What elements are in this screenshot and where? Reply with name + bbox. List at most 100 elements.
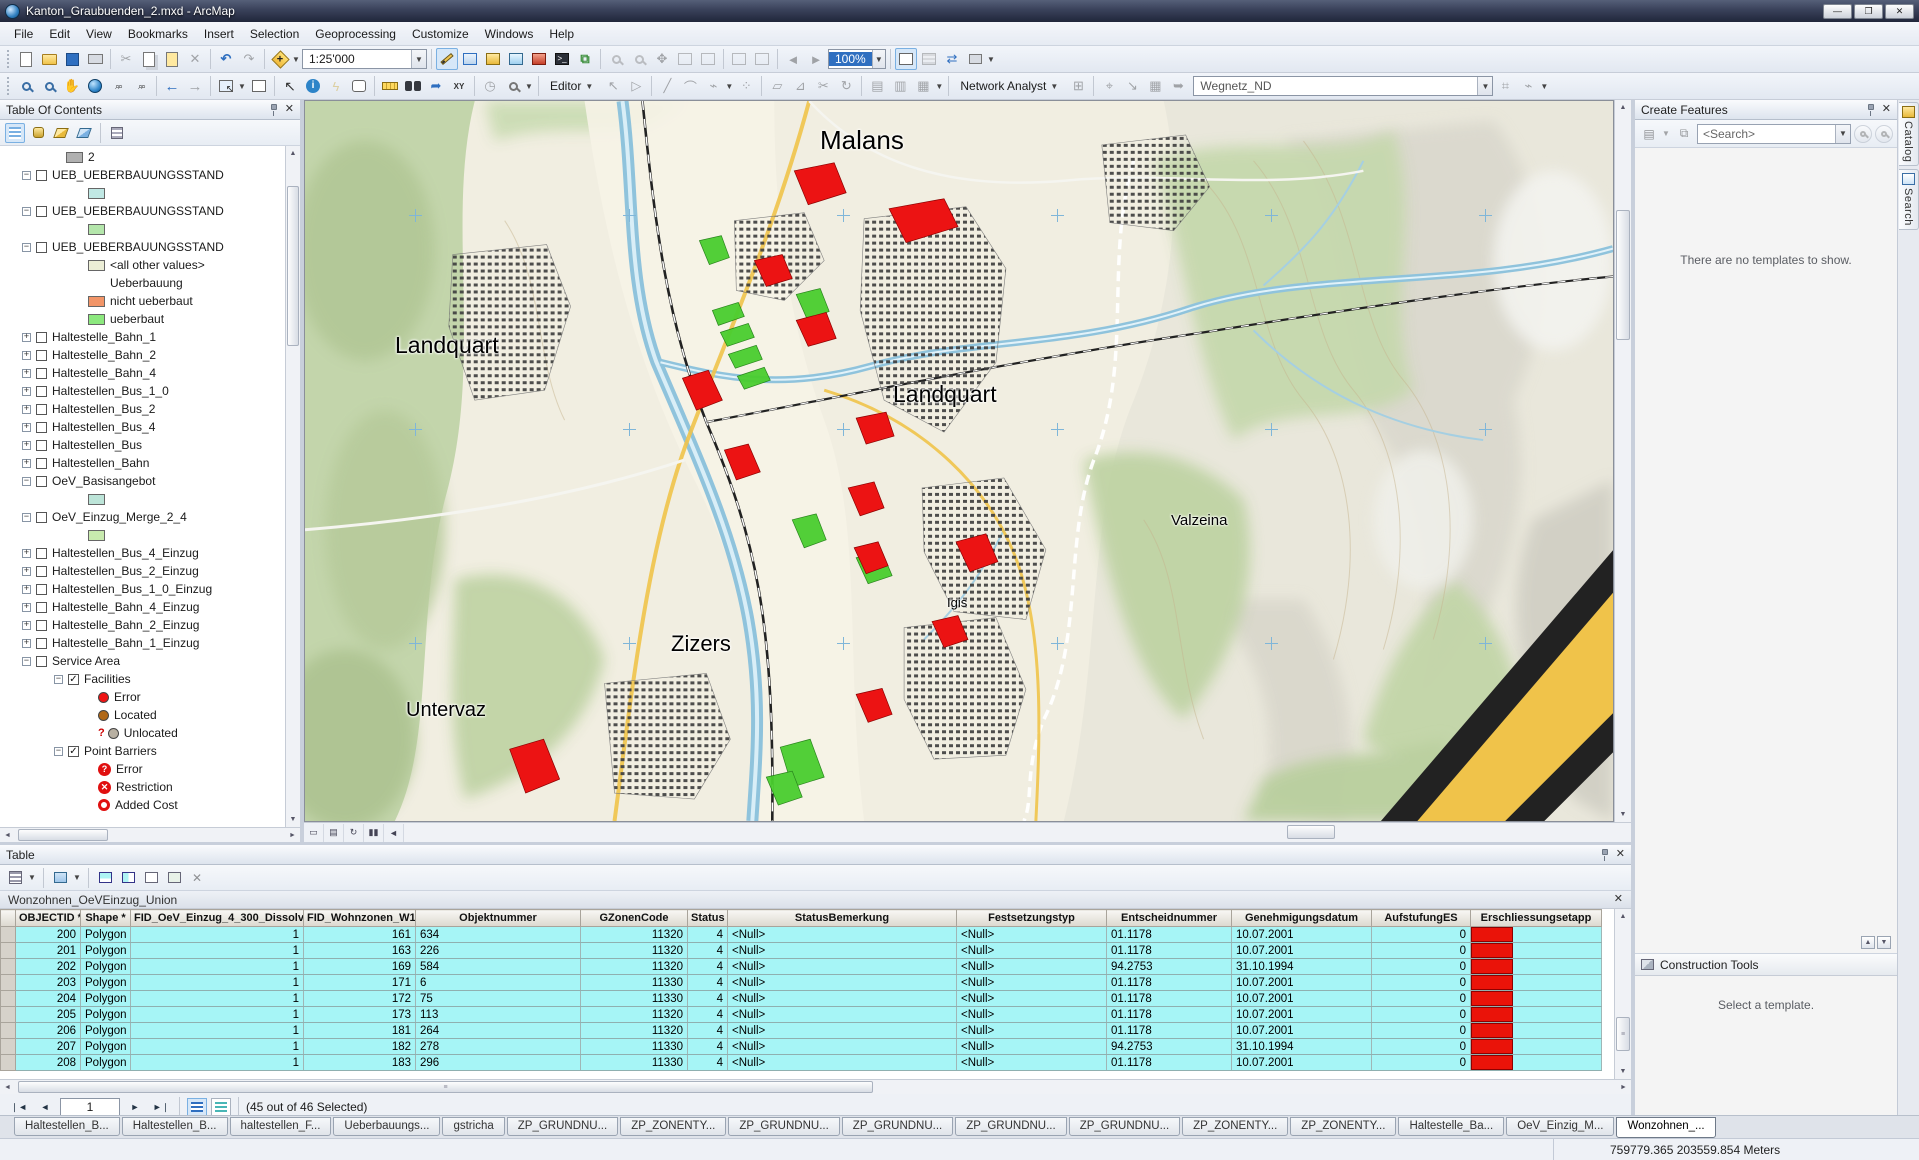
menu-geoprocessing[interactable]: Geoprocessing: [307, 24, 404, 44]
network-identify-icon[interactable]: ⌁: [1517, 75, 1539, 97]
paste-icon[interactable]: [161, 48, 183, 70]
print-icon[interactable]: [84, 48, 106, 70]
zoom-page-width-icon[interactable]: [697, 48, 719, 70]
dataframe-tab[interactable]: ZP_ZONENTY...: [1290, 1117, 1396, 1136]
sketch-properties-icon[interactable]: ▥: [889, 75, 911, 97]
fixed-zoom-out-icon[interactable]: ⌕⌕: [130, 75, 152, 97]
trace-icon[interactable]: ⌁: [702, 75, 724, 97]
zoom-out-page-icon[interactable]: [628, 48, 650, 70]
layer-checkbox[interactable]: [36, 620, 47, 631]
toc-layer-item[interactable]: +Haltestelle_Bahn_2: [0, 346, 285, 364]
dataframe-tab[interactable]: ZP_ZONENTY...: [1182, 1117, 1288, 1136]
full-extent-icon[interactable]: [84, 75, 106, 97]
toc-layer-item[interactable]: +Haltestelle_Bahn_4: [0, 364, 285, 382]
table-close-icon[interactable]: ✕: [1616, 849, 1625, 860]
toc-layer-item[interactable]: −✓Facilities: [0, 670, 285, 688]
template-search-combo[interactable]: <Search> ▼: [1697, 124, 1851, 144]
move-first-icon[interactable]: ❘◄: [8, 1098, 30, 1116]
zoom-percent-dropdown-icon[interactable]: ▼: [872, 50, 885, 68]
create-network-location-icon[interactable]: ⌖: [1098, 75, 1120, 97]
grid-horizontal-scrollbar[interactable]: ◄ ≡ ►: [0, 1079, 1631, 1094]
toc-scroll-left-icon[interactable]: ◄: [0, 828, 15, 842]
dataframe-tab[interactable]: Haltestellen_B...: [14, 1117, 120, 1136]
layer-checkbox[interactable]: [36, 170, 47, 181]
fixed-zoom-in-icon[interactable]: ⌕⌕: [107, 75, 129, 97]
dataframe-tab[interactable]: Haltestellen_B...: [122, 1117, 228, 1136]
template-search-dropdown-icon[interactable]: ▼: [1835, 125, 1850, 143]
record-number-input[interactable]: 1: [60, 1098, 120, 1116]
show-selected-records-icon[interactable]: [211, 1098, 231, 1116]
open-icon[interactable]: [38, 48, 60, 70]
column-header-shape-[interactable]: Shape *: [81, 910, 131, 927]
toc-layer-item[interactable]: −OeV_Basisangebot: [0, 472, 285, 490]
delete-icon[interactable]: ✕: [184, 48, 206, 70]
toc-layer-item[interactable]: +Haltestellen_Bus_2: [0, 400, 285, 418]
copy-icon[interactable]: [138, 48, 160, 70]
move-previous-icon[interactable]: ◄: [34, 1098, 56, 1116]
previous-extent-strip-icon[interactable]: ◄: [384, 824, 404, 842]
dataframe-tab[interactable]: ZP_GRUNDNU...: [1069, 1117, 1180, 1136]
create-features-btn-icon[interactable]: ▦: [912, 75, 934, 97]
expand-icon[interactable]: +: [22, 621, 31, 630]
row-selector[interactable]: [1, 1039, 16, 1055]
modelbuilder-icon[interactable]: ⧉: [574, 48, 596, 70]
row-selector[interactable]: [1, 959, 16, 975]
toc-layer-item[interactable]: +Haltestellen_Bus: [0, 436, 285, 454]
menu-customize[interactable]: Customize: [404, 24, 477, 44]
expand-icon[interactable]: +: [22, 567, 31, 576]
edit-sketch-tool-icon[interactable]: [436, 48, 458, 70]
layer-checkbox[interactable]: [36, 242, 47, 253]
close-button[interactable]: ✕: [1885, 4, 1914, 19]
toc-scroll-up-icon[interactable]: ▲: [286, 146, 300, 161]
find-route-icon[interactable]: ➦: [425, 75, 447, 97]
copy-template-icon[interactable]: ⧉: [1674, 124, 1694, 144]
toc-layer-item[interactable]: +Haltestellen_Bus_4_Einzug: [0, 544, 285, 562]
find-icon[interactable]: [402, 75, 424, 97]
table-row[interactable]: 205Polygon1173113113204<Null><Null>01.11…: [1, 1007, 1602, 1023]
layer-checkbox[interactable]: [36, 656, 47, 667]
sidetab-search[interactable]: Search: [1899, 169, 1919, 230]
scale-dropdown-icon[interactable]: ▼: [411, 50, 426, 68]
highlight-selected-icon[interactable]: [95, 868, 115, 888]
directions-icon[interactable]: ➥: [1167, 75, 1189, 97]
build-network-icon[interactable]: ⌗: [1494, 75, 1516, 97]
delete-selected-icon[interactable]: ✕: [187, 868, 207, 888]
layer-checkbox[interactable]: [36, 638, 47, 649]
template-search-go-icon[interactable]: [1854, 125, 1872, 143]
time-slider-icon[interactable]: ◷: [479, 75, 501, 97]
expand-icon[interactable]: +: [22, 405, 31, 414]
collapse-icon[interactable]: −: [22, 477, 31, 486]
menu-file[interactable]: File: [6, 24, 41, 44]
switch-selection-icon[interactable]: [118, 868, 138, 888]
dataframe-tab[interactable]: ZP_GRUNDNU...: [728, 1117, 839, 1136]
editor-menu[interactable]: Editor ▼: [543, 77, 601, 95]
expand-icon[interactable]: +: [22, 423, 31, 432]
toc-vertical-scrollbar[interactable]: ▲ ▼: [285, 146, 300, 827]
expand-icon[interactable]: +: [22, 459, 31, 468]
go-to-xy-icon[interactable]: XY: [448, 75, 470, 97]
expand-icon[interactable]: +: [22, 549, 31, 558]
organize-templates-dropdown-icon[interactable]: ▼: [1662, 129, 1671, 138]
toc-layer-item[interactable]: +Haltestellen_Bus_4: [0, 418, 285, 436]
select-features-dropdown-icon[interactable]: ▼: [238, 82, 247, 91]
network-analyst-menu[interactable]: Network Analyst ▼: [953, 77, 1066, 95]
pause-drawing-icon[interactable]: ▮▮: [364, 824, 384, 842]
row-header-column[interactable]: [1, 910, 16, 927]
zoom-100-icon[interactable]: [728, 48, 750, 70]
straight-segment-icon[interactable]: ╱: [656, 75, 678, 97]
dataframe-tab-active[interactable]: Wonzohnen_...: [1616, 1117, 1715, 1138]
cut-icon[interactable]: ✂: [115, 48, 137, 70]
clear-selection-icon[interactable]: [248, 75, 270, 97]
layer-checkbox[interactable]: [36, 440, 47, 451]
collapse-icon[interactable]: −: [22, 171, 31, 180]
new-document-icon[interactable]: [15, 48, 37, 70]
zoom-whole-page-icon[interactable]: [674, 48, 696, 70]
layer-checkbox[interactable]: [36, 602, 47, 613]
previous-page-icon[interactable]: ◄: [782, 48, 804, 70]
dataframe-tab[interactable]: ZP_GRUNDNU...: [842, 1117, 953, 1136]
collapse-icon[interactable]: −: [22, 207, 31, 216]
collapse-icon[interactable]: −: [22, 513, 31, 522]
row-selector[interactable]: [1, 927, 16, 943]
attributes-icon[interactable]: ▤: [866, 75, 888, 97]
network-dataset-combo[interactable]: Wegnetz_ND ▼: [1193, 76, 1493, 96]
